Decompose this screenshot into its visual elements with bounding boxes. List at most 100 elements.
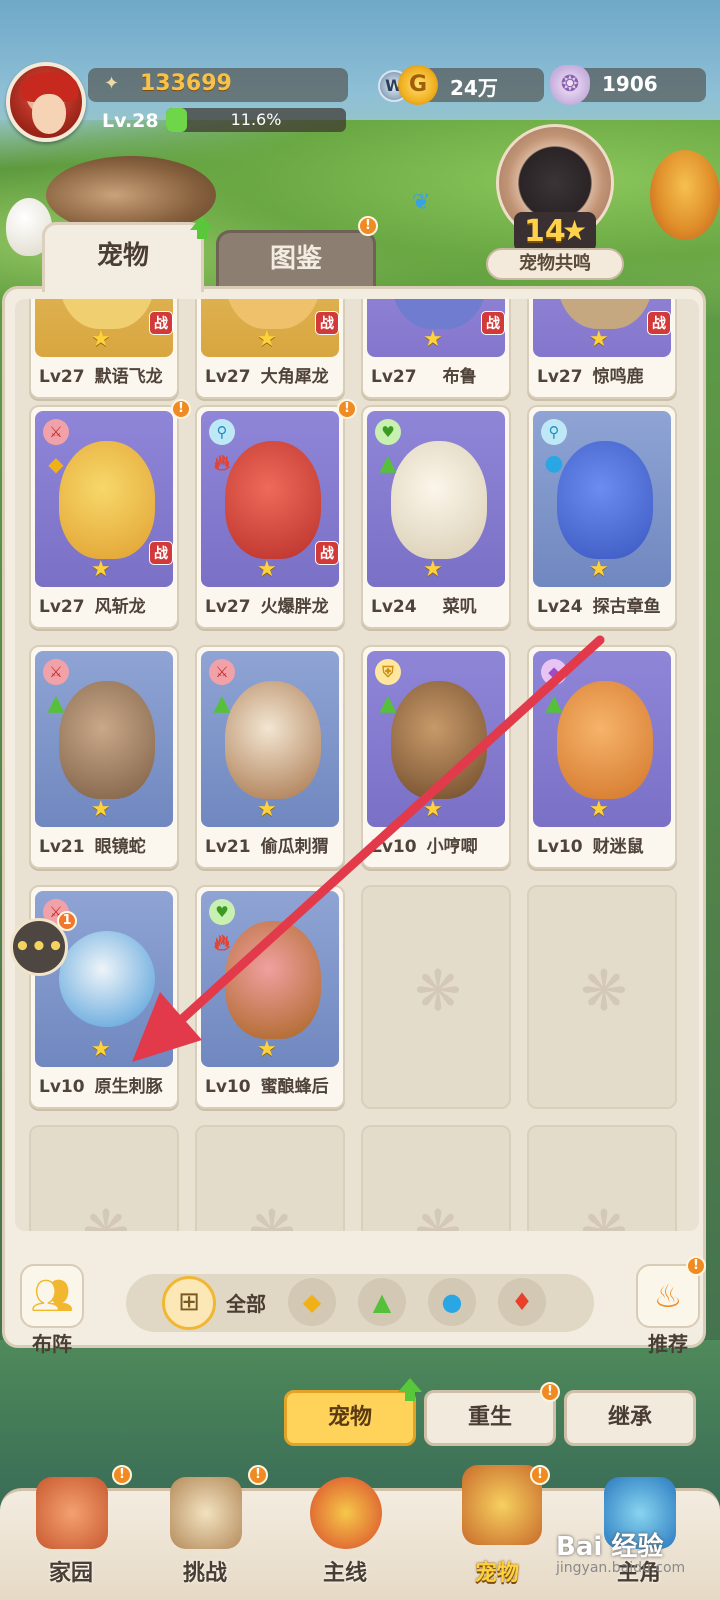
pet-creature	[225, 441, 321, 559]
pet-level: Lv27	[39, 597, 85, 617]
notification-icon: !	[530, 1465, 550, 1485]
battle-tag: 战	[315, 541, 339, 565]
notification-icon: !	[358, 216, 378, 236]
resonance-count: 14	[524, 214, 566, 249]
star-icon: ★	[423, 327, 443, 352]
pet-level: Lv27	[39, 367, 85, 387]
leaf-element-icon: ▲	[379, 691, 397, 716]
pet-level: Lv10	[371, 837, 417, 857]
heart-type-icon: ♥	[209, 899, 235, 925]
pet-card[interactable]: ★ 战 Lv27 布鲁	[361, 299, 511, 399]
filter-rock-icon[interactable]: ◆	[288, 1278, 336, 1326]
main-story-icon	[310, 1477, 382, 1549]
flame-icon: ♨	[653, 1277, 683, 1315]
paw-icon: ❋	[242, 1197, 302, 1231]
star-icon: ★	[91, 1037, 111, 1062]
pet-label: Lv27 火爆胖龙	[197, 589, 343, 625]
fire-element-icon: 🔥︎	[213, 451, 231, 476]
tab-pokedex[interactable]: 图鉴	[216, 230, 376, 288]
shell-value: 1906	[602, 72, 658, 96]
chat-badge: 1	[57, 911, 77, 931]
tab-pets[interactable]: 宠物	[42, 222, 204, 292]
leaf-element-icon: ▲	[213, 691, 231, 716]
rock-element-icon: ◆	[48, 452, 64, 476]
pet-name: 菜叽	[442, 597, 477, 617]
pet-card[interactable]: ⚲ 🔥︎ ★ 战 Lv27 火爆胖龙	[195, 405, 345, 629]
lineup-button[interactable]: 👥︎	[20, 1264, 84, 1328]
team-icon: 👥︎	[30, 1276, 74, 1316]
pet-card[interactable]: ◆ ▲ ★ Lv10 财迷鼠	[527, 645, 677, 869]
pet-card[interactable]: ⚔ ▲ ★ Lv21 偷瓜刺猬	[195, 645, 345, 869]
pet-label: Lv27 大角犀龙	[197, 359, 343, 395]
pet-grid[interactable]: ★ 战 Lv27 默语飞龙 ★ 战 Lv27 大角犀龙 ★ 战 Lv27 布鲁 ★ 战…	[15, 299, 699, 1231]
pet-card[interactable]: ⚔ ◆ ★ 战 Lv27 风斩龙	[29, 405, 179, 629]
nav-home[interactable]: 家园	[16, 1477, 126, 1597]
pet-card[interactable]: ★ 战 Lv27 大角犀龙	[195, 299, 345, 399]
star-icon: ★	[91, 327, 111, 352]
nav-home-label: 家园	[48, 1561, 93, 1586]
pet-card[interactable]: ♥ ▲ ★ Lv24 菜叽	[361, 405, 511, 629]
upgrade-arrow-icon	[398, 1378, 422, 1401]
pet-level: Lv27	[205, 367, 251, 387]
notification-icon: !	[540, 1382, 560, 1402]
nav-challenge-label: 挑战	[182, 1561, 227, 1586]
upgrade-arrow-icon	[190, 216, 214, 239]
pet-name: 火爆胖龙	[260, 597, 329, 617]
pet-card[interactable]: ⚔ ▲ ★ Lv21 眼镜蛇	[29, 645, 179, 869]
battle-tag: 战	[647, 311, 671, 335]
inherit-button[interactable]: 继承	[564, 1390, 696, 1446]
nav-challenge[interactable]: 挑战	[150, 1477, 260, 1597]
pet-card[interactable]: ⚲ ● ★ Lv24 探古章鱼	[527, 405, 677, 629]
star-icon: ★	[257, 327, 277, 352]
gold-currency[interactable]: G 24万	[398, 65, 544, 105]
filter-all-label[interactable]: 全部	[226, 1288, 266, 1317]
fight-type-icon: ⚔	[43, 659, 69, 685]
shell-currency[interactable]: ❂ 1906	[550, 65, 706, 105]
rebirth-button[interactable]: 重生	[424, 1390, 556, 1446]
nav-main-story[interactable]: 主线	[290, 1477, 400, 1597]
avatar[interactable]	[6, 62, 86, 142]
leaf-element-icon: ▲	[47, 691, 65, 716]
pets-action-button[interactable]: 宠物	[284, 1390, 416, 1446]
pet-card[interactable]: ★ 战 Lv27 默语飞龙	[29, 299, 179, 399]
nav-pets[interactable]: 宠物	[442, 1465, 552, 1597]
empty-slot: ❋	[527, 885, 677, 1109]
pet-level: Lv21	[39, 837, 85, 857]
lineup-label: 布阵	[32, 1332, 72, 1356]
filter-leaf-icon[interactable]: ▲	[358, 1278, 406, 1326]
exp-bar: 11.6%	[166, 108, 346, 132]
pet-card[interactable]: ★ 战 Lv27 惊鸣鹿	[527, 299, 677, 399]
pet-card[interactable]: ⛨ ▲ ★ Lv10 小哼唧	[361, 645, 511, 869]
pet-creature	[225, 921, 321, 1039]
notification-icon: !	[686, 1256, 706, 1276]
pet-level: Lv27	[205, 597, 251, 617]
leaf-element-icon: ▲	[379, 451, 397, 476]
pet-creature	[391, 681, 487, 799]
filter-water-icon[interactable]: ●	[428, 1278, 476, 1326]
star-icon: ★	[589, 327, 609, 352]
pet-creature	[557, 299, 653, 329]
pet-name: 布鲁	[442, 367, 477, 387]
fight-type-icon: ⚔	[43, 419, 69, 445]
power-bar: ✦ 133699 W	[88, 68, 410, 102]
filter-all-button[interactable]: ⊞	[162, 1276, 216, 1330]
paw-icon: ❋	[408, 1197, 468, 1231]
paw-icon: ❋	[580, 959, 628, 1024]
star-icon: ★	[91, 797, 111, 822]
pet-creature	[225, 681, 321, 799]
recommend-label: 推荐	[648, 1332, 688, 1356]
pet-label: Lv27 风斩龙	[31, 589, 177, 625]
filter-fire-icon[interactable]: ♦	[498, 1278, 546, 1326]
pet-creature	[59, 441, 155, 559]
tab-pets-label: 宠物	[96, 241, 149, 271]
chat-button[interactable]: ••• 1	[10, 911, 77, 976]
pet-level: Lv27	[537, 367, 583, 387]
chat-icon: •••	[14, 932, 64, 962]
empty-slot: ❋	[361, 885, 511, 1109]
notification-icon: !	[171, 399, 191, 419]
gold-coin-icon: G	[398, 65, 438, 105]
pet-card[interactable]: ♥ 🔥︎ ★ Lv10 蜜酿蜂后	[195, 885, 345, 1109]
pet-label: Lv10 财迷鼠	[529, 829, 675, 865]
pet-card[interactable]: ⚔ ★ Lv10 原生刺豚	[29, 885, 179, 1109]
pet-resonance-button[interactable]: 14 ★ 宠物共鸣	[486, 124, 624, 284]
